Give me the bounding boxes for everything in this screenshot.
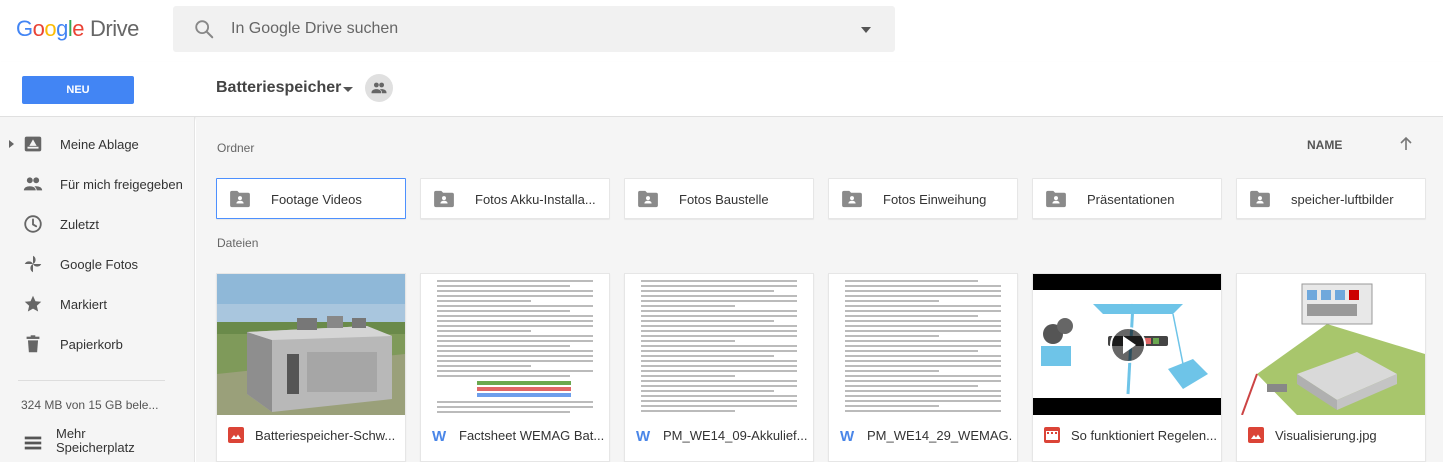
shared-folder-icon — [434, 190, 454, 208]
folder-card[interactable]: Footage Videos — [216, 178, 406, 219]
people-icon — [371, 82, 387, 94]
trash-icon — [26, 335, 40, 353]
storage-bars-icon — [24, 436, 42, 450]
file-name: PM_WE14_09-Akkulief... — [663, 428, 808, 443]
folder-name: Präsentationen — [1087, 192, 1175, 207]
file-name: Factsheet WEMAG Bat... — [459, 428, 605, 443]
storage-usage-text: 324 MB von 15 GB bele... — [21, 398, 159, 412]
document-thumbnail — [829, 274, 1017, 415]
search-input[interactable] — [231, 17, 831, 41]
shared-folder-button[interactable] — [365, 74, 393, 102]
search-box[interactable] — [173, 6, 895, 52]
word-file-icon: W — [432, 428, 447, 443]
sidebar-item-label: Meine Ablage — [60, 137, 139, 152]
folder-name: speicher-luftbilder — [1291, 192, 1394, 207]
folder-menu-chevron-down-icon[interactable] — [343, 87, 353, 92]
image-file-icon — [1248, 427, 1264, 443]
svg-text:W: W — [840, 428, 855, 443]
video-file-icon — [1044, 427, 1060, 443]
sidebar: Meine Ablage Für mich freigegeben Zuletz… — [0, 117, 195, 462]
drive-icon — [24, 136, 42, 152]
sidebar-item-label: Für mich freigegeben — [60, 177, 183, 192]
search-icon — [195, 20, 214, 39]
folders-section-label: Ordner — [217, 141, 255, 155]
more-storage-link[interactable]: Mehr Speicherplatz — [0, 423, 194, 462]
sidebar-item-google-photos[interactable]: Google Fotos — [0, 245, 194, 285]
shared-folder-icon — [1046, 190, 1066, 208]
pinwheel-icon — [24, 255, 42, 273]
shared-folder-icon — [230, 190, 250, 208]
google-drive-logo[interactable]: Google Drive — [16, 16, 139, 42]
shared-folder-icon — [1250, 190, 1270, 208]
folder-name: Fotos Akku-Installa... — [475, 192, 596, 207]
main-content: Ordner NAME Footage Videos Fotos Akku-In… — [196, 117, 1443, 462]
sidebar-item-my-drive[interactable]: Meine Ablage — [0, 125, 194, 165]
logo-drive-text: Drive — [90, 16, 139, 41]
file-name: Batteriespeicher-Schw... — [255, 428, 396, 443]
folder-name: Footage Videos — [271, 192, 362, 207]
shared-folder-icon — [638, 190, 658, 208]
sidebar-item-starred[interactable]: Markiert — [0, 285, 194, 325]
shared-folder-icon — [842, 190, 862, 208]
sidebar-item-label: Papierkorb — [60, 337, 123, 352]
word-file-icon: W — [636, 428, 651, 443]
video-thumbnail — [1033, 274, 1221, 415]
file-name: PM_WE14_29_WEMAG... — [867, 428, 1013, 443]
folder-card[interactable]: Fotos Akku-Installa... — [420, 178, 610, 219]
sidebar-item-trash[interactable]: Papierkorb — [0, 325, 194, 365]
top-bar: Google Drive — [0, 0, 1443, 62]
file-card[interactable]: So funktioniert Regelen... — [1032, 273, 1222, 462]
file-name: Visualisierung.jpg — [1275, 428, 1377, 443]
folder-name: Fotos Einweihung — [883, 192, 987, 207]
folder-card[interactable]: Fotos Einweihung — [828, 178, 1018, 219]
file-name: So funktioniert Regelen... — [1071, 428, 1217, 443]
file-thumbnail — [1237, 274, 1425, 415]
clock-icon — [24, 215, 42, 233]
folder-card[interactable]: Fotos Baustelle — [624, 178, 814, 219]
files-section-label: Dateien — [217, 236, 259, 250]
file-thumbnail — [217, 274, 405, 415]
file-card[interactable]: Batteriespeicher-Schw... — [216, 273, 406, 462]
more-storage-label: Mehr Speicherplatz — [56, 426, 135, 455]
people-icon — [23, 177, 43, 191]
video-preview-image — [1033, 274, 1221, 415]
sidebar-item-label: Google Fotos — [60, 257, 139, 272]
sidebar-item-label: Zuletzt — [60, 217, 100, 232]
sidebar-item-shared-with-me[interactable]: Für mich freigegeben — [0, 165, 194, 205]
new-button[interactable]: NEU — [22, 76, 134, 104]
sidebar-item-recent[interactable]: Zuletzt — [0, 205, 194, 245]
folder-card[interactable]: Präsentationen — [1032, 178, 1222, 219]
folder-card[interactable]: speicher-luftbilder — [1236, 178, 1426, 219]
file-card[interactable]: W PM_WE14_29_WEMAG... — [828, 273, 1018, 462]
current-folder-title[interactable]: Batteriespeicher — [216, 79, 341, 97]
sidebar-item-label: Markiert — [60, 297, 107, 312]
logo-google-text: Google — [16, 16, 85, 41]
file-card[interactable]: W PM_WE14_09-Akkulief... — [624, 273, 814, 462]
sidebar-divider — [18, 380, 165, 381]
sort-by-name-button[interactable]: NAME — [1307, 138, 1342, 152]
document-thumbnail — [625, 274, 813, 415]
visualization-thumbnail — [1237, 274, 1425, 415]
folder-name: Fotos Baustelle — [679, 192, 769, 207]
search-options-icon[interactable] — [861, 27, 871, 33]
svg-text:W: W — [636, 428, 651, 443]
star-icon — [24, 295, 42, 312]
document-thumbnail — [421, 274, 609, 415]
svg-text:W: W — [432, 428, 447, 443]
building-photo-thumbnail — [217, 274, 405, 415]
image-file-icon — [228, 427, 244, 443]
file-card[interactable]: Visualisierung.jpg — [1236, 273, 1426, 462]
file-card[interactable]: W Factsheet WEMAG Bat... — [420, 273, 610, 462]
word-file-icon: W — [840, 428, 855, 443]
toolbar: NEU Batteriespeicher — [0, 62, 1443, 117]
sort-ascending-arrow-icon[interactable] — [1398, 136, 1414, 152]
